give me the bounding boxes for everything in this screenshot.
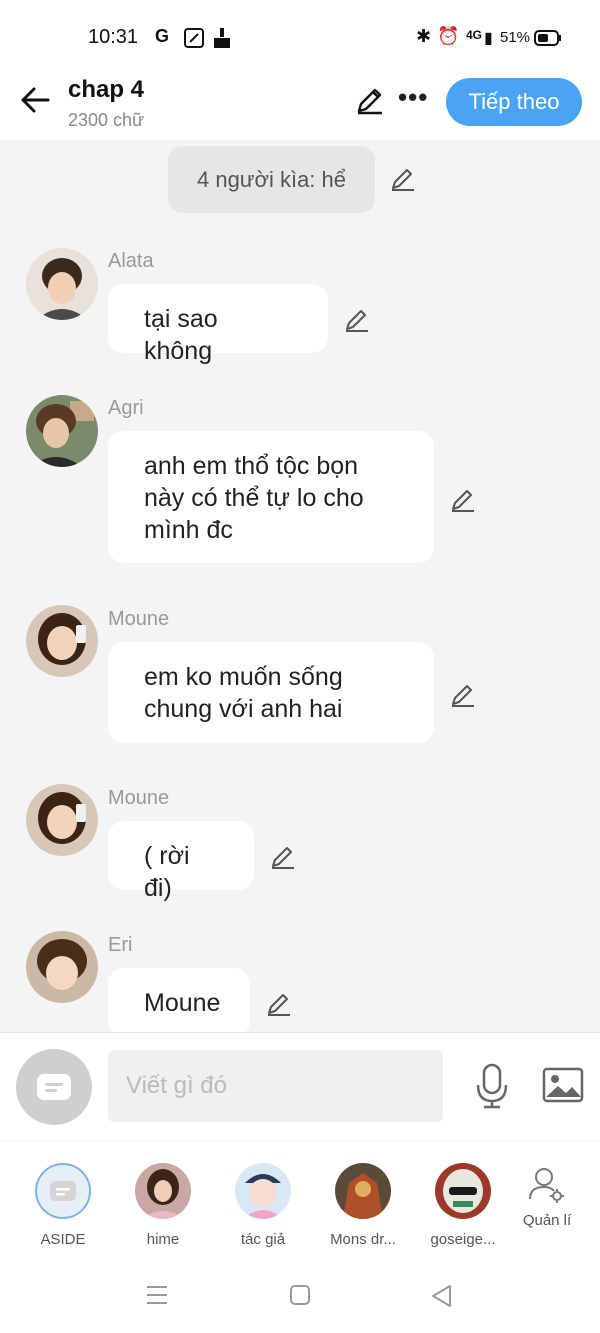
- character-label: hime: [146, 1231, 180, 1248]
- character-bar: ASIDE hime tác giả Mons dr... goseige...…: [0, 1140, 600, 1260]
- google-icon: G: [155, 26, 170, 46]
- message-bubble: tại sao không: [108, 284, 328, 365]
- back-arrow-icon[interactable]: [18, 82, 54, 118]
- system-nav-bar: [0, 1260, 600, 1333]
- message-row: Eri Moune: [0, 929, 600, 1032]
- message-text: Moune: [144, 989, 221, 1017]
- character-label: Quản lí: [522, 1212, 572, 1229]
- avatar-alata[interactable]: [26, 248, 98, 320]
- character-label: goseige...: [430, 1231, 496, 1248]
- aside-toggle-button[interactable]: [16, 1049, 92, 1125]
- avatar: [435, 1163, 491, 1219]
- character-hime[interactable]: hime: [118, 1163, 208, 1248]
- message-row: Moune ( rời đi): [0, 782, 600, 902]
- message-bubble: anh em thổ tộc bọn này có thể tự lo cho …: [108, 431, 434, 563]
- edit-pencil-icon[interactable]: [354, 84, 386, 116]
- message-row: Agri anh em thổ tộc bọn này có thể tự lo…: [0, 392, 600, 567]
- battery-icon: [534, 30, 561, 46]
- message-row: Moune em ko muốn sống chung với anh hai: [0, 603, 600, 748]
- avatar-moune[interactable]: [26, 605, 98, 677]
- alarm-icon: ⏰: [437, 26, 460, 46]
- character-label: Mons dr...: [330, 1231, 396, 1248]
- back-triangle-icon[interactable]: [430, 1284, 454, 1308]
- chapter-title: chap 4: [68, 76, 145, 103]
- signal-icon: ▮: [484, 30, 493, 47]
- speaker-name: Moune: [108, 787, 170, 809]
- image-icon[interactable]: [542, 1067, 584, 1103]
- narration-bubble: 4 người kìa: hể: [168, 146, 375, 213]
- edit-pencil-icon[interactable]: [265, 989, 293, 1017]
- edit-pencil-icon[interactable]: [343, 305, 371, 333]
- message-bubble: em ko muốn sống chung với anh hai: [108, 642, 434, 743]
- speaker-name: Alata: [108, 250, 154, 272]
- status-bar: 10:31 G ✱ ⏰ 4G ▮ 51%: [0, 0, 600, 72]
- bluetooth-icon: ✱: [416, 26, 432, 46]
- next-button[interactable]: Tiếp theo: [446, 78, 582, 126]
- menu-icon[interactable]: [146, 1284, 168, 1306]
- avatar: [235, 1163, 291, 1219]
- user-settings-icon: [529, 1168, 564, 1203]
- edit-pencil-icon[interactable]: [449, 485, 477, 513]
- message-composer: [0, 1032, 600, 1140]
- more-options-icon[interactable]: •••: [398, 82, 428, 113]
- speaker-name: Moune: [108, 608, 170, 630]
- shield-app-icon: [184, 28, 204, 48]
- character-label: ASIDE: [40, 1231, 86, 1248]
- word-count: 2300 chữ: [68, 110, 145, 130]
- message-input[interactable]: [108, 1050, 443, 1122]
- avatar-moune[interactable]: [26, 784, 98, 856]
- character-mons-dr[interactable]: Mons dr...: [318, 1163, 408, 1248]
- home-icon[interactable]: [289, 1284, 311, 1306]
- chat-area: 4 người kìa: hể Alata tại sao không Agri…: [0, 140, 600, 1032]
- avatar: [335, 1163, 391, 1219]
- character-tac-gia[interactable]: tác giả: [218, 1163, 308, 1248]
- avatar-agri[interactable]: [26, 395, 98, 467]
- microphone-icon[interactable]: [474, 1063, 510, 1109]
- speaker-name: Agri: [108, 397, 144, 419]
- message-line: anh em thổ tộc bọn: [144, 452, 359, 480]
- message-text: tại sao không: [144, 305, 218, 365]
- character-label: tác giả: [240, 1231, 286, 1248]
- avatar-eri[interactable]: [26, 931, 98, 1003]
- speaker-name: Eri: [108, 934, 133, 956]
- message-text: ( rời đi): [144, 842, 190, 902]
- message-line: mình đc: [144, 516, 233, 544]
- message-line: này có thể tự lo cho: [144, 484, 364, 512]
- message-line: chung với anh hai: [144, 695, 343, 723]
- aside-avatar: [35, 1163, 91, 1219]
- manage-characters-button[interactable]: Quản lí: [502, 1165, 592, 1229]
- network-label: 4G: [466, 28, 483, 42]
- character-goseige[interactable]: goseige...: [418, 1163, 508, 1248]
- avatar: [135, 1163, 191, 1219]
- battery-percent: 51%: [500, 29, 531, 46]
- edit-pencil-icon[interactable]: [269, 842, 297, 870]
- chat-bubble-icon: [37, 1074, 71, 1100]
- character-aside[interactable]: ASIDE: [18, 1163, 108, 1248]
- chapter-header: chap 4 2300 chữ ••• Tiếp theo: [0, 72, 600, 140]
- chat-bubble-icon: [50, 1181, 76, 1201]
- message-bubble: Moune: [108, 968, 250, 1032]
- message-line: em ko muốn sống: [144, 663, 343, 691]
- edit-pencil-icon[interactable]: [449, 680, 477, 708]
- message-bubble: ( rời đi): [108, 821, 254, 902]
- status-time: 10:31: [88, 26, 139, 48]
- message-row: Alata tại sao không: [0, 245, 600, 365]
- broom-icon: [214, 28, 230, 48]
- edit-pencil-icon[interactable]: [389, 164, 417, 192]
